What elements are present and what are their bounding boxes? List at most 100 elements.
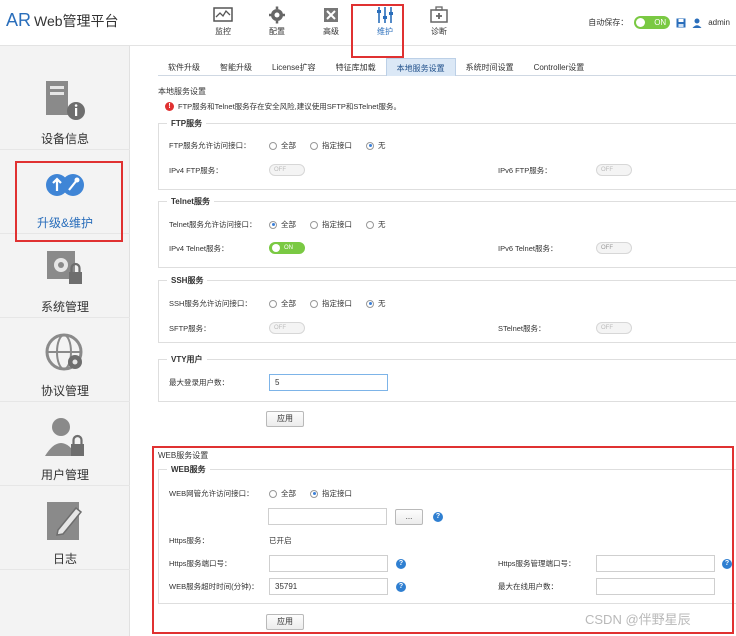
warning-icon: ! xyxy=(165,102,174,111)
ssh-legend: SSH服务 xyxy=(171,276,204,285)
sidebar-item-system-manage[interactable]: 系统管理 xyxy=(0,234,130,318)
web-legend: WEB服务 xyxy=(171,465,206,474)
app-logo: AR Web管理平台 xyxy=(6,10,119,31)
https-mgmt-port-input[interactable] xyxy=(596,555,715,572)
https-mgmt-port-label: Https服务管理端口号： xyxy=(498,559,576,568)
help-icon[interactable]: ? xyxy=(433,511,443,522)
https-label: Https服务： xyxy=(169,536,210,545)
warning-text: FTP服务和Telnet服务存在安全风险,建议使用SFTP和STelnet服务。 xyxy=(178,102,401,111)
tab-software-upgrade[interactable]: 软件升级 xyxy=(158,58,210,76)
https-row: Https服务： 已开启 xyxy=(169,535,292,546)
web-radio-all-label: 全部 xyxy=(281,489,296,498)
https-mgmt-port-row: Https服务管理端口号： ? xyxy=(498,555,732,572)
sidebar: 设备信息 升级&维护 系统管理 协议管理 用户管理 日志 xyxy=(0,46,130,636)
medkit-icon xyxy=(430,6,448,23)
log-icon xyxy=(47,502,83,540)
vty-max-input[interactable]: 5 xyxy=(269,374,388,391)
tab-local-service[interactable]: 本地服务设置 xyxy=(385,58,456,76)
tab-smart-upgrade[interactable]: 智能升级 xyxy=(210,58,262,76)
timeout-input[interactable]: 35791 xyxy=(269,578,388,595)
nav-maintain[interactable]: 维护 xyxy=(358,4,412,37)
ftp-ipv4-row: IPv4 FTP服务： OFF xyxy=(169,164,305,176)
ssh-radio-none-label: 无 xyxy=(378,299,386,308)
nav-diagnose-label: 诊断 xyxy=(431,27,447,36)
security-warning: ! FTP服务和Telnet服务存在安全风险,建议使用SFTP和STelnet服… xyxy=(165,101,401,112)
ftp-radio-specific-label: 指定接口 xyxy=(322,141,352,150)
protocol-manage-icon xyxy=(45,333,83,371)
ftp-radio-all[interactable]: 全部 xyxy=(269,140,296,151)
ftp-legend: FTP服务 xyxy=(171,119,203,128)
telnet-radio-specific[interactable]: 指定接口 xyxy=(310,219,352,230)
help-icon[interactable]: ? xyxy=(396,581,406,592)
ftp-radio-specific[interactable]: 指定接口 xyxy=(310,140,352,151)
ftp-ipv4-label: IPv4 FTP服务： xyxy=(169,165,223,175)
stelnet-switch[interactable]: OFF xyxy=(596,322,632,334)
tab-signature-load[interactable]: 特征库加载 xyxy=(326,58,386,76)
ssh-radio-none[interactable]: 无 xyxy=(366,298,386,309)
tab-controller[interactable]: Controller设置 xyxy=(524,58,595,76)
ssh-radio-all-label: 全部 xyxy=(281,299,296,308)
top-header: AR Web管理平台 监控 配置 高级 维护 诊断 自动保存： ON admin xyxy=(0,0,736,46)
timeout-label: WEB服务超时时间(分钟)： xyxy=(169,582,259,591)
user-icon[interactable] xyxy=(692,18,702,28)
web-access-row: WEB网管允许访问接口： 全部 指定接口 xyxy=(169,488,366,499)
tab-system-time[interactable]: 系统时间设置 xyxy=(456,58,524,76)
telnet-ipv4-label: IPv4 Telnet服务： xyxy=(169,243,229,253)
watermark: CSDN @伴野星辰 xyxy=(585,612,691,627)
web-radio-specific[interactable]: 指定接口 xyxy=(310,488,352,499)
telnet-radio-none[interactable]: 无 xyxy=(366,219,386,230)
telnet-radio-all-label: 全部 xyxy=(281,220,296,229)
ftp-radio-none[interactable]: 无 xyxy=(366,140,386,151)
ssh-access-row: SSH服务允许访问接口： 全部 指定接口 无 xyxy=(169,298,400,309)
help-icon[interactable]: ? xyxy=(722,558,732,569)
https-port-row: Https服务端口号： ? xyxy=(169,555,406,572)
https-port-label: Https服务端口号： xyxy=(169,559,232,568)
ftp-radio-none-label: 无 xyxy=(378,141,386,150)
telnet-ipv4-switch[interactable]: ON xyxy=(269,242,305,254)
save-icon[interactable] xyxy=(676,18,686,28)
ssh-radio-all[interactable]: 全部 xyxy=(269,298,296,309)
apply-button-local[interactable]: 应用 xyxy=(266,411,304,427)
logo-main: AR xyxy=(6,10,32,30)
telnet-radio-all[interactable]: 全部 xyxy=(269,219,296,230)
tab-license[interactable]: License扩容 xyxy=(262,58,326,76)
help-icon[interactable]: ? xyxy=(396,558,406,569)
apply-button-web[interactable]: 应用 xyxy=(266,614,304,630)
sidebar-item-upgrade-maintain[interactable]: 升级&维护 xyxy=(0,150,130,234)
timeout-row: WEB服务超时时间(分钟)： 35791 ? xyxy=(169,578,406,595)
header-tools: 自动保存： ON admin xyxy=(588,16,730,29)
ftp-ipv6-switch[interactable]: OFF xyxy=(596,164,632,176)
nav-monitor[interactable]: 监控 xyxy=(196,4,250,37)
sidebar-item-log[interactable]: 日志 xyxy=(0,486,130,570)
autosave-toggle[interactable]: ON xyxy=(634,16,671,29)
browse-button[interactable]: ... xyxy=(395,508,423,525)
system-manage-icon xyxy=(47,251,82,284)
stelnet-row: STelnet服务： OFF xyxy=(498,322,632,334)
username[interactable]: admin xyxy=(708,18,730,27)
telnet-ipv6-switch[interactable]: OFF xyxy=(596,242,632,254)
telnet-access-row: Telnet服务允许访问接口： 全部 指定接口 无 xyxy=(169,219,400,230)
ssh-radio-specific[interactable]: 指定接口 xyxy=(310,298,352,309)
device-info-icon xyxy=(46,81,85,120)
top-nav: 监控 配置 高级 维护 诊断 xyxy=(196,4,466,37)
nav-diagnose[interactable]: 诊断 xyxy=(412,4,466,37)
ftp-ipv6-label: IPv6 FTP服务： xyxy=(498,165,552,175)
https-port-input[interactable] xyxy=(269,555,388,572)
ftp-ipv4-switch[interactable]: OFF xyxy=(269,164,305,176)
nav-maintain-label: 维护 xyxy=(377,27,393,36)
gear-icon xyxy=(269,6,285,24)
nav-config[interactable]: 配置 xyxy=(250,4,304,37)
sidebar-item-user-manage[interactable]: 用户管理 xyxy=(0,402,130,486)
vty-row: 最大登录用户数： 5 xyxy=(169,374,388,391)
sidebar-item-device-info[interactable]: 设备信息 xyxy=(0,66,130,150)
max-online-input[interactable] xyxy=(596,578,715,595)
autosave-state: ON xyxy=(654,18,667,27)
sidebar-item-label: 协议管理 xyxy=(40,384,89,398)
web-interface-input[interactable] xyxy=(268,508,387,525)
sidebar-item-protocol-manage[interactable]: 协议管理 xyxy=(0,318,130,402)
web-radio-all[interactable]: 全部 xyxy=(269,488,296,499)
nav-advanced[interactable]: 高级 xyxy=(304,4,358,37)
sftp-switch[interactable]: OFF xyxy=(269,322,305,334)
ssh-radio-specific-label: 指定接口 xyxy=(322,299,352,308)
telnet-access-label: Telnet服务允许访问接口： xyxy=(169,220,257,229)
